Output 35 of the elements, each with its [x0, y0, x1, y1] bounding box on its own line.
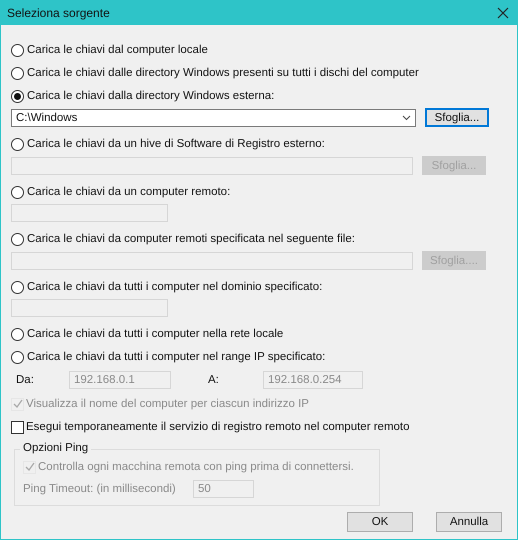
browse-button[interactable]: Sfoglia...	[425, 108, 489, 127]
option-label: Carica le chiavi dalla directory Windows esterna:	[27, 90, 274, 102]
path-field[interactable]	[11, 252, 413, 270]
path-dropdown[interactable]: C:\Windows	[11, 108, 416, 126]
timeout-label: Ping Timeout: (in millisecondi)	[23, 483, 177, 495]
from-label: Da:	[16, 374, 35, 386]
radio-button[interactable]	[11, 280, 24, 294]
window-title: Seleziona sorgente	[7, 6, 110, 20]
option-label: Carica le chiavi da tutti i computer nel range IP specificato:	[27, 351, 326, 363]
radio-button[interactable]	[11, 328, 24, 340]
path-field[interactable]	[11, 156, 413, 174]
text-field[interactable]	[11, 299, 168, 317]
text-field[interactable]	[11, 204, 168, 222]
close-icon[interactable]	[497, 7, 509, 19]
dialog-button[interactable]: OK	[347, 512, 413, 532]
option-label: Carica le chiavi da un computer remoto:	[27, 186, 230, 198]
radio-button[interactable]	[11, 90, 24, 102]
radio-button[interactable]	[11, 350, 24, 364]
checkbox-label: Visualizza il nome del computer per ciascun indirizzo IP	[26, 398, 309, 410]
checkbox-label: Controlla ogni macchina remota con ping prima di connettersi.	[38, 461, 354, 473]
radio-button[interactable]	[11, 44, 24, 56]
dialog-button[interactable]: Annulla	[436, 512, 502, 532]
option-label: Carica le chiavi da tutti i computer nella rete locale	[27, 328, 284, 340]
radio-button[interactable]	[11, 186, 24, 198]
to-label: A:	[208, 374, 220, 386]
caret-icon	[402, 114, 411, 120]
option-label: Carica le chiavi da un hive di Software di Registro esterno:	[27, 138, 325, 150]
option-label: Carica le chiavi da tutti i computer nel dominio specificato:	[27, 281, 322, 293]
group-title: Opzioni Ping	[20, 442, 92, 454]
checkbox-label: Esegui temporaneamente il servizio di registro remoto nel computer remoto	[26, 421, 410, 433]
option-label: Carica le chiavi dalle directory Windows presenti su tutti i dischi del computer	[27, 67, 419, 79]
checkbox[interactable]	[11, 420, 24, 434]
radio-button[interactable]	[11, 66, 24, 80]
option-label: Carica le chiavi da computer remoti specificata nel seguente file:	[27, 233, 355, 245]
option-label: Carica le chiavi dal computer locale	[27, 44, 208, 56]
